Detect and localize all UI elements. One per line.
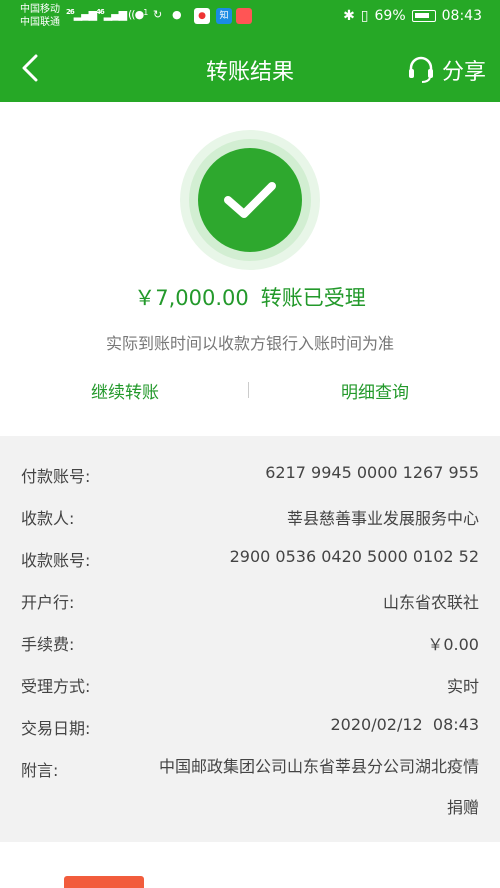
shop-app-icon xyxy=(236,8,252,24)
sync-icon: ↻ xyxy=(153,8,162,21)
detail-value: 2900 0536 0420 5000 0102 52 xyxy=(229,547,479,566)
detail-row-method: 受理方式: 实时 xyxy=(0,662,500,704)
continue-transfer-link[interactable]: 继续转账 xyxy=(0,378,250,403)
detail-row-date: 交易日期: 2020/02/12 08:43 xyxy=(0,704,500,746)
detail-row-payee-account: 收款账号: 2900 0536 0420 5000 0102 52 xyxy=(0,536,500,578)
bottom-panel xyxy=(0,842,500,888)
detail-row-fee: 手续费: ￥0.00 xyxy=(0,620,500,662)
arrival-notice: 实际到账时间以收款方银行入账时间为准 xyxy=(105,334,394,353)
signal-icon: 26▂▄▆ xyxy=(66,8,97,21)
detail-value: 山东省农联社 xyxy=(382,593,479,612)
vibrate-icon: ▯ xyxy=(360,8,369,24)
notification-count: 1 xyxy=(143,8,148,17)
detail-label: 受理方式: xyxy=(21,677,91,696)
detail-value: 中国邮政集团公司山东省莘县分公司湖北疫情捐赠 xyxy=(158,757,479,817)
detail-row-remark: 附言: 中国邮政集团公司山东省莘县分公司湖北疫情捐赠 xyxy=(0,746,500,830)
transfer-details: 付款账号: 6217 9945 0000 1267 955 收款人: 莘县慈善事… xyxy=(0,440,500,838)
detail-row-payee: 收款人: 莘县慈善事业发展服务中心 xyxy=(0,494,500,536)
detail-label: 开户行: xyxy=(21,593,75,612)
battery-percent: 69% xyxy=(374,8,406,24)
result-summary: ￥7,000.00 转账已受理 xyxy=(0,282,500,312)
detail-label: 手续费: xyxy=(21,635,75,654)
transfer-amount: ￥7,000.00 xyxy=(134,286,249,310)
detail-value: ￥0.00 xyxy=(427,635,479,654)
wifi-icon: ((●1 xyxy=(128,8,148,21)
chat-icon: ● xyxy=(172,8,182,21)
result-actions: 继续转账 明细查询 xyxy=(0,378,500,404)
detail-label: 交易日期: xyxy=(21,719,91,738)
transfer-status: 转账已受理 xyxy=(260,286,366,310)
success-halo xyxy=(180,130,320,270)
detail-query-link[interactable]: 明细查询 xyxy=(250,378,500,403)
share-button[interactable]: 分享 xyxy=(442,54,486,86)
detail-label: 附言: xyxy=(21,761,59,780)
detail-label: 收款人: xyxy=(21,509,75,528)
action-divider xyxy=(248,382,249,398)
nav-bar: 转账结果 分享 xyxy=(0,34,500,102)
clock: 08:43 xyxy=(441,8,482,24)
carrier-primary: 中国移动 xyxy=(20,4,60,15)
detail-label: 收款账号: xyxy=(21,551,91,570)
signal-label: 26 xyxy=(66,8,75,16)
status-right: ✱ ▯ 69% 08:43 xyxy=(343,8,482,24)
detail-value: 莘县慈善事业发展服务中心 xyxy=(286,509,479,528)
signal-icon: 46▂▄▆ xyxy=(96,8,127,21)
detail-row-bank: 开户行: 山东省农联社 xyxy=(0,578,500,620)
zhihu-app-icon: 知 xyxy=(216,8,232,24)
result-card: ￥7,000.00 转账已受理 实际到账时间以收款方银行入账时间为准 继续转账 明… xyxy=(0,102,500,436)
success-check-icon xyxy=(198,148,302,252)
carrier-info: 中国移动 中国联通 xyxy=(20,3,60,29)
customer-service-icon[interactable] xyxy=(406,54,436,84)
map-app-icon: ● xyxy=(194,8,210,24)
success-ring xyxy=(189,139,311,261)
status-bar: 中国移动 中国联通 26▂▄▆ 46▂▄▆ ((●1 ↻ ● ● 知 ✱ ▯ 6… xyxy=(0,0,500,34)
carrier-secondary: 中国联通 xyxy=(20,17,60,28)
detail-value: 实时 xyxy=(446,677,479,696)
zhihu-label: 知 xyxy=(219,11,229,21)
detail-value: 2020/02/12 08:43 xyxy=(330,715,480,734)
bluetooth-icon: ✱ xyxy=(343,8,355,24)
battery-icon xyxy=(411,10,436,22)
detail-label: 付款账号: xyxy=(21,467,91,486)
detail-value: 6217 9945 0000 1267 955 xyxy=(265,463,479,482)
detail-row-payer-account: 付款账号: 6217 9945 0000 1267 955 xyxy=(0,452,500,494)
promo-banner[interactable] xyxy=(64,876,144,888)
signal-label: 46 xyxy=(96,8,105,16)
